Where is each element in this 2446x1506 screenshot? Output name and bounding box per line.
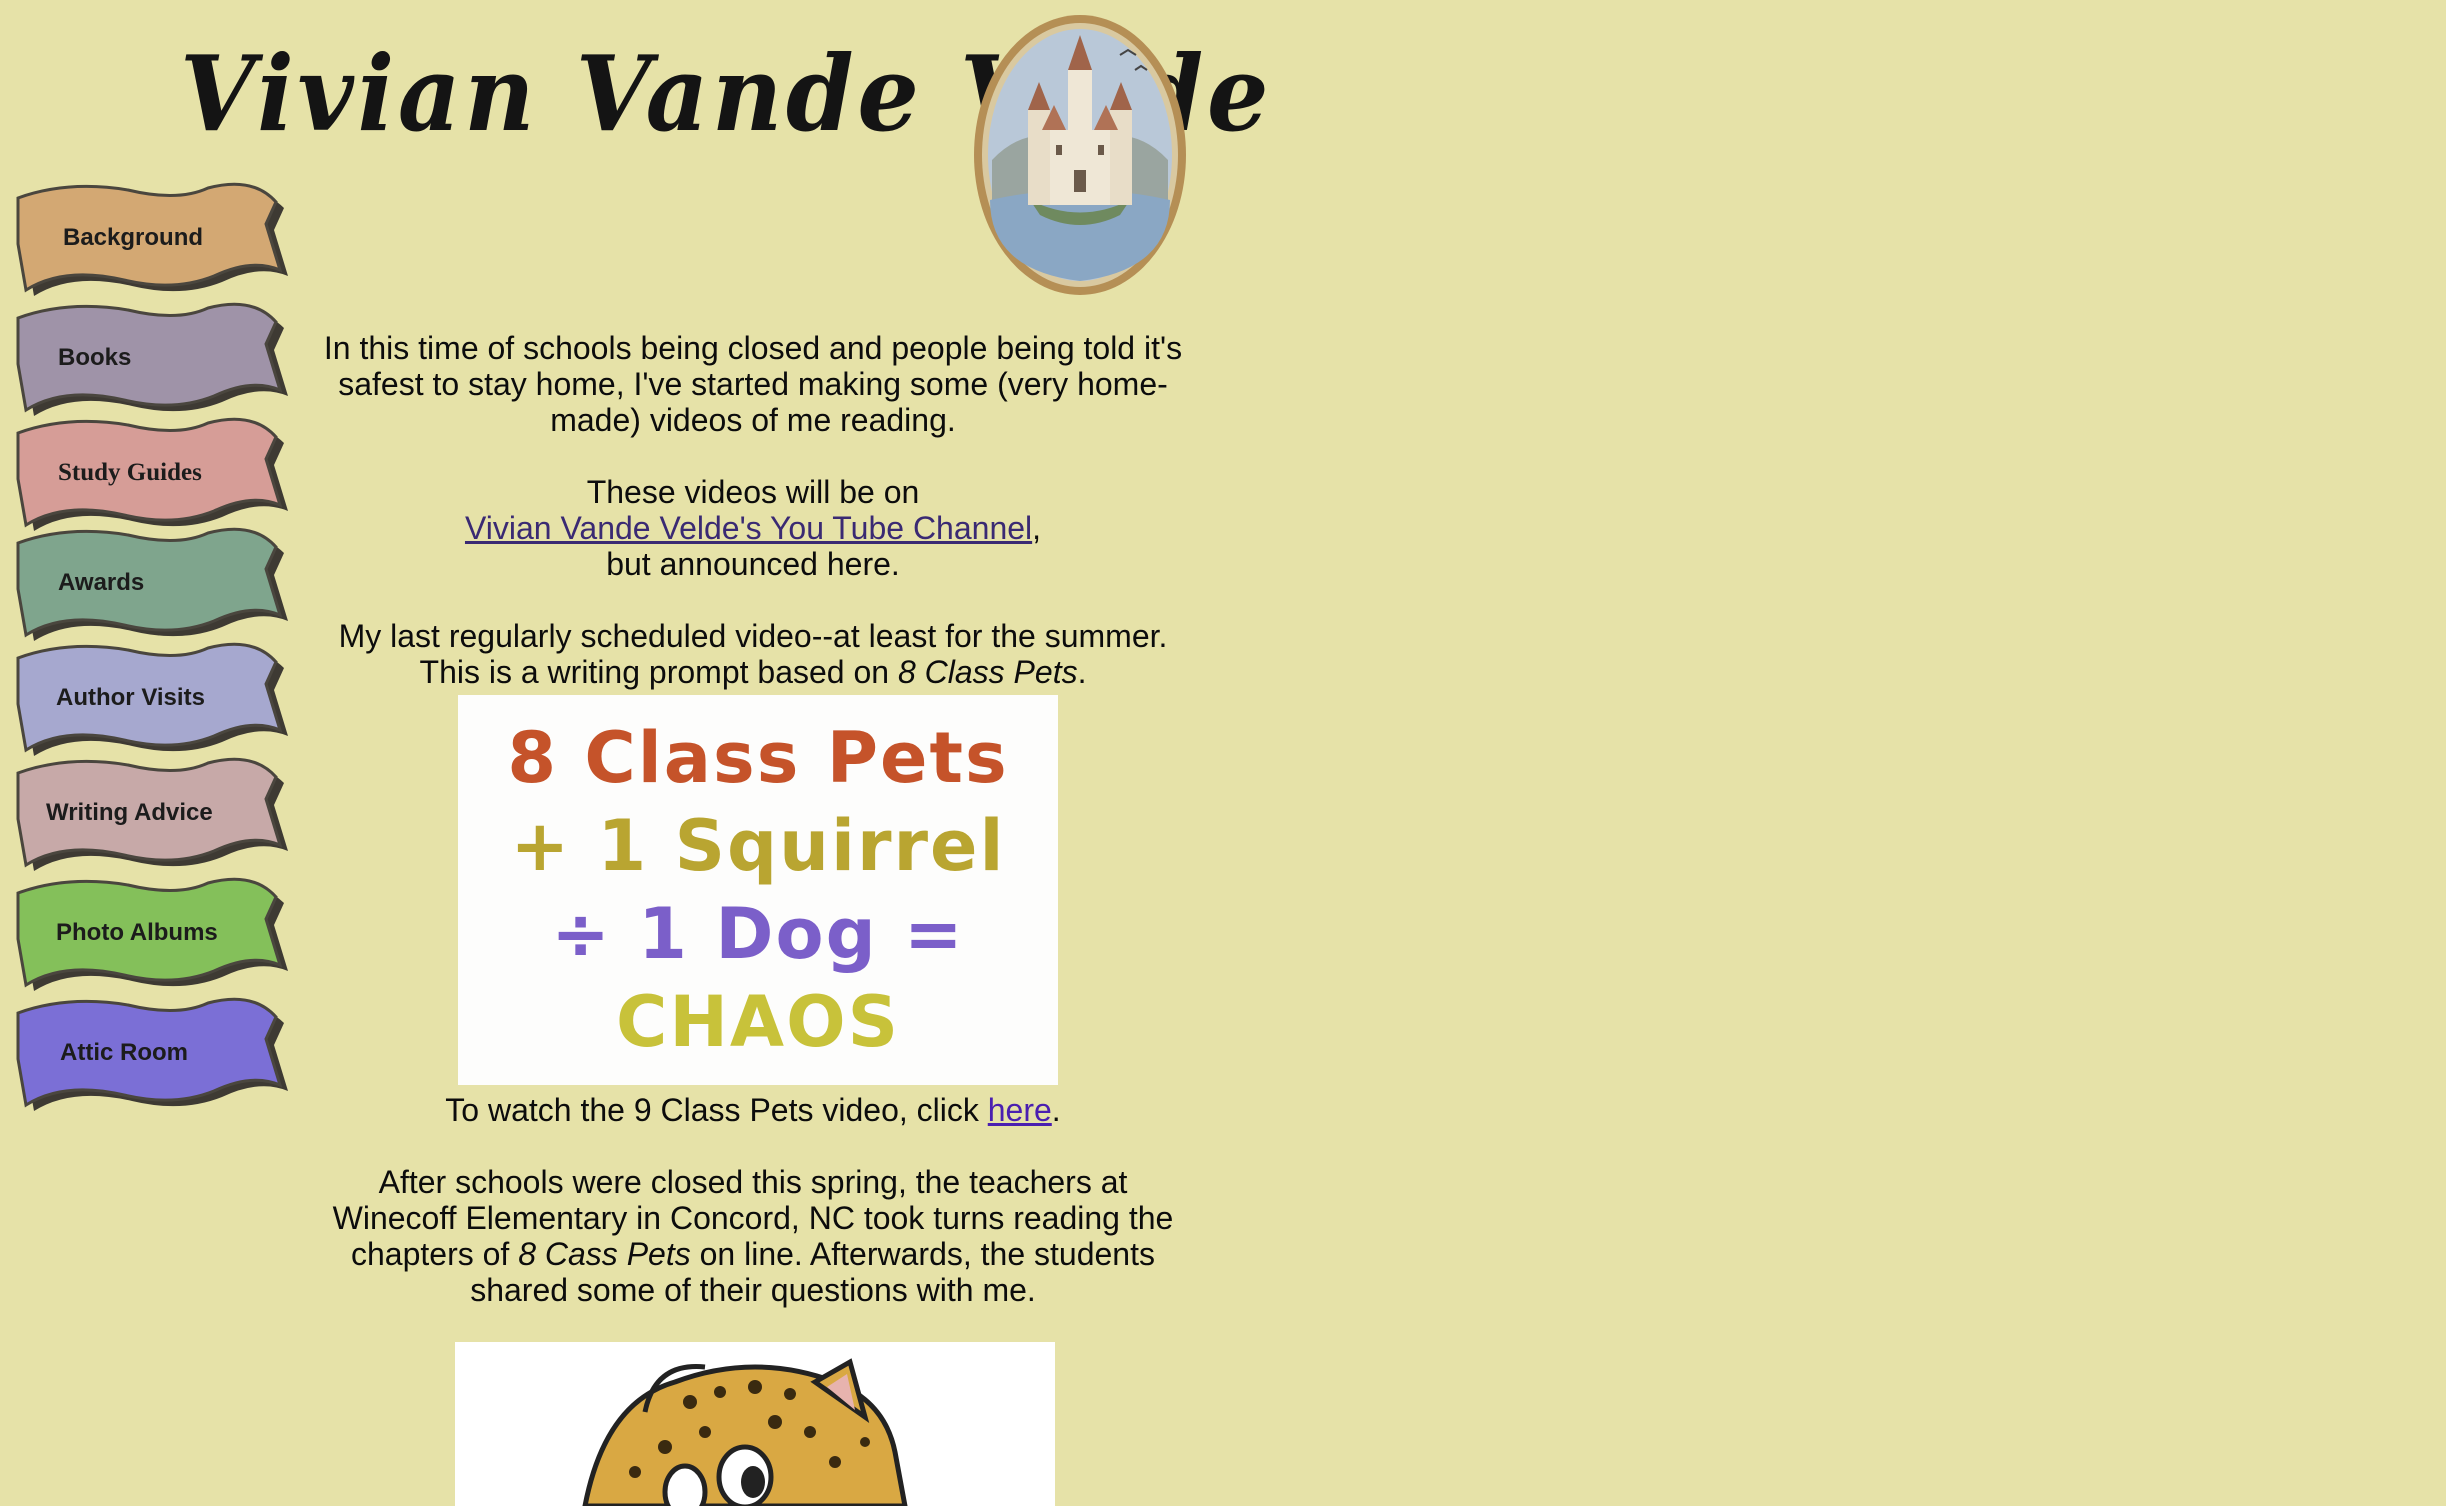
watch-video-link[interactable]: here (988, 1092, 1052, 1128)
nav-label: Writing Advice (46, 799, 213, 826)
youtube-channel-link[interactable]: Vivian Vande Velde's You Tube Channel (465, 510, 1032, 546)
last-video-book: 8 Class Pets (897, 654, 1078, 690)
class-pets-image[interactable]: 8 Class Pets + 1 Squirrel ÷ 1 Dog = CHAO… (458, 695, 1058, 1085)
nav-item-author-visits[interactable]: Author Visits (8, 640, 293, 770)
nav-item-attic-room[interactable]: Attic Room (8, 995, 293, 1125)
castle-medallion-icon (970, 10, 1190, 300)
nav-label: Books (58, 344, 132, 371)
cheetah-illustration-icon[interactable] (455, 1342, 1055, 1506)
pets-image-line-1: 8 Class Pets (507, 717, 1009, 799)
nav-item-background[interactable]: Background (8, 180, 293, 310)
nav-label: Author Visits (56, 684, 205, 711)
nav-item-writing-advice[interactable]: Writing Advice (8, 755, 293, 885)
nav-label: Attic Room (60, 1039, 188, 1066)
winecoff-text: After schools were closed this spring, t… (332, 1164, 1174, 1308)
intro-text: In this time of schools being closed and… (323, 330, 1183, 438)
watch-section: To watch the 9 Class Pets video, click h… (300, 1092, 1206, 1344)
main-content: In this time of schools being closed and… (300, 330, 1206, 690)
videos-line-1: These videos will be on (586, 474, 920, 510)
last-video-text: My last regularly scheduled video--at le… (338, 618, 1168, 690)
pets-image-line-4: CHAOS (615, 981, 901, 1063)
nav-flag-shape (16, 527, 288, 641)
watch-text: To watch the 9 Class Pets video, click h… (445, 1092, 1061, 1128)
nav-flag-shape (16, 302, 288, 416)
comma: , (1032, 510, 1042, 546)
last-video-line-2: This is a writing prompt based on (419, 654, 898, 690)
nav-label: Photo Albums (56, 919, 218, 946)
pets-image-line-2: + 1 Squirrel (510, 805, 1006, 887)
nav-label: Awards (58, 569, 145, 596)
pets-image-line-3: ÷ 1 Dog = (551, 893, 965, 975)
winecoff-book: 8 Cass Pets (518, 1236, 691, 1272)
page: Vivian Vande Velde Background Books Study (0, 0, 2446, 1506)
nav-item-books[interactable]: Books (8, 300, 293, 430)
videos-line-2: but announced here. (606, 546, 900, 582)
videos-announcement: These videos will be on Vivian Vande Vel… (300, 474, 1206, 582)
nav-item-photo-albums[interactable]: Photo Albums (8, 875, 293, 1005)
nav-label: Background (63, 224, 204, 251)
nav-label: Study Guides (58, 459, 202, 486)
last-video-line-1: My last regularly scheduled video--at le… (338, 618, 1168, 654)
nav-item-awards[interactable]: Awards (8, 525, 293, 655)
